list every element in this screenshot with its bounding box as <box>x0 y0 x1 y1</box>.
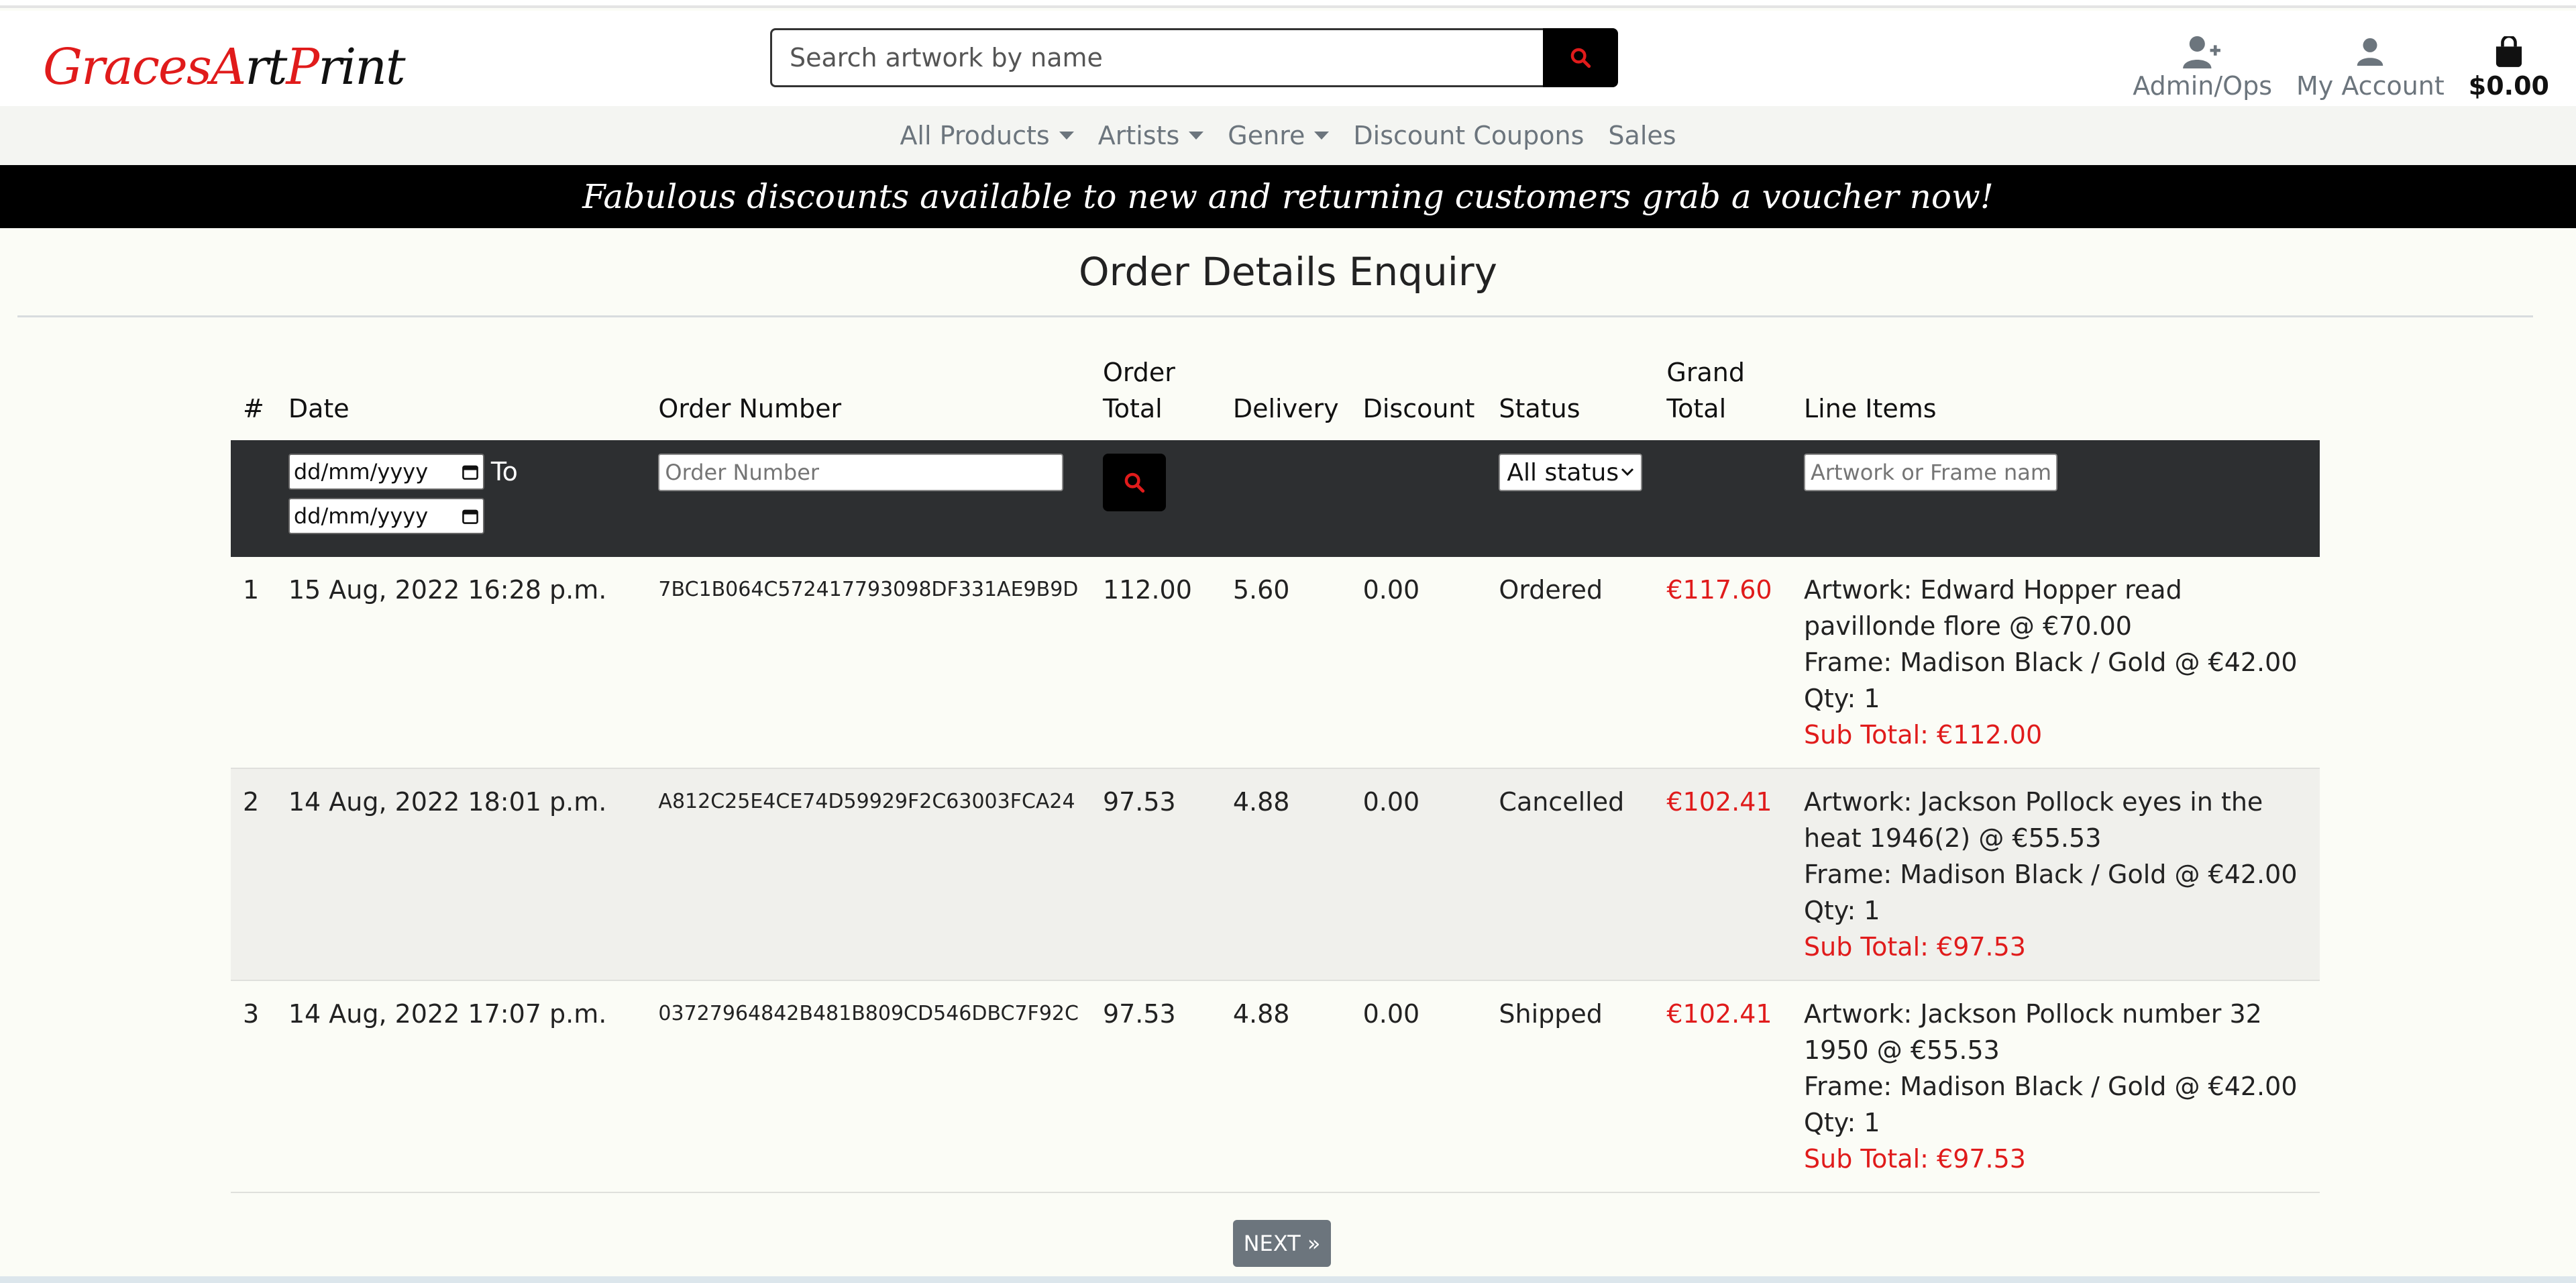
row-order-total: 112.00 <box>1090 557 1221 769</box>
my-account-link[interactable]: My Account <box>2284 23 2457 101</box>
filter-row: dd/mm/yyyy dd/mm/yyyy To Order Number Al… <box>231 440 2320 557</box>
row-status: Shipped <box>1487 980 1655 1193</box>
top-border <box>0 0 2576 8</box>
row-date: 14 Aug, 2022 18:01 p.m. <box>276 768 647 981</box>
search-icon <box>1124 472 1145 493</box>
next-page-button[interactable]: NEXT » <box>1233 1220 1331 1267</box>
row-order-number[interactable]: A812C25E4CE74D59929F2C63003FCA24 <box>646 768 1091 981</box>
col-header-order-total: Order Total <box>1102 358 1175 423</box>
chevron-down-icon <box>1314 132 1330 140</box>
line-item-artwork: Artwork: Jackson Pollock number 32 1950 … <box>1803 999 2262 1065</box>
user-icon <box>2357 38 2383 66</box>
nav-genre[interactable]: Genre <box>1216 121 1341 150</box>
row-order-number[interactable]: 03727964842B481B809CD546DBC7F92C <box>646 980 1091 1193</box>
cart-total: $0.00 <box>2468 71 2549 101</box>
search-input[interactable] <box>770 28 1543 87</box>
calendar-icon <box>462 465 478 480</box>
nav-artists[interactable]: Artists <box>1086 121 1216 150</box>
row-status: Ordered <box>1487 557 1655 769</box>
row-date: 14 Aug, 2022 17:07 p.m. <box>276 980 647 1193</box>
row-num: 1 <box>231 557 276 769</box>
chevron-down-icon <box>1189 132 1204 140</box>
table-row: 2 14 Aug, 2022 18:01 p.m. A812C25E4CE74D… <box>231 768 2320 981</box>
table-header-row: # Date Order Number Order Total Delivery … <box>231 349 2320 440</box>
cart-link[interactable]: $0.00 <box>2457 23 2549 101</box>
line-item-artwork: Artwork: Jackson Pollock eyes in the hea… <box>1803 787 2263 853</box>
row-order-total: 97.53 <box>1090 768 1221 981</box>
promo-banner: Fabulous discounts available to new and … <box>0 165 2576 228</box>
line-item-qty: Qty: 1 <box>1803 684 1880 713</box>
promo-banner-text: Fabulous discounts available to new and … <box>582 177 1994 216</box>
line-item-frame: Frame: Madison Black / Gold @ €42.00 <box>1803 860 2298 889</box>
col-header-num: # <box>243 394 264 423</box>
row-grand-total: €102.41 <box>1654 980 1792 1193</box>
row-line-items: Artwork: Edward Hopper read pavillonde f… <box>1791 557 2320 769</box>
line-item-frame: Frame: Madison Black / Gold @ €42.00 <box>1803 648 2298 677</box>
row-order-number[interactable]: 7BC1B064C572417793098DF331AE9B9D <box>646 557 1091 769</box>
my-account-label: My Account <box>2296 71 2445 101</box>
row-discount: 0.00 <box>1350 980 1487 1193</box>
line-item-artwork: Artwork: Edward Hopper read pavillonde f… <box>1803 575 2182 641</box>
row-line-items: Artwork: Jackson Pollock number 32 1950 … <box>1791 980 2320 1193</box>
date-from-field[interactable]: dd/mm/yyyy <box>288 454 484 490</box>
line-item-qty: Qty: 1 <box>1803 896 1880 925</box>
chevron-down-icon <box>1059 132 1074 140</box>
row-grand-total: €102.41 <box>1654 768 1792 981</box>
col-header-status: Status <box>1499 394 1580 423</box>
chevron-down-icon <box>1621 468 1634 476</box>
main-nav: All Products Artists Genre Discount Coup… <box>0 106 2576 165</box>
site-header: GracesArtPrint Admin/Ops <box>0 11 2576 106</box>
col-header-line-items: Line Items <box>1803 394 1937 423</box>
row-delivery: 4.88 <box>1220 980 1351 1193</box>
nav-sales[interactable]: Sales <box>1596 121 1688 150</box>
status-filter-select[interactable]: All status <box>1499 454 1643 491</box>
search-icon <box>1570 48 1591 68</box>
nav-discount-coupons[interactable]: Discount Coupons <box>1341 121 1596 150</box>
line-item-subtotal: Sub Total: €97.53 <box>1803 1144 2026 1174</box>
row-discount: 0.00 <box>1350 768 1487 981</box>
table-row: 1 15 Aug, 2022 16:28 p.m. 7BC1B064C57241… <box>231 557 2320 769</box>
row-grand-total: €117.60 <box>1654 557 1792 769</box>
filter-search-button[interactable] <box>1102 454 1166 511</box>
line-item-qty: Qty: 1 <box>1803 1108 1880 1137</box>
order-number-filter-input[interactable] <box>658 454 1064 491</box>
row-line-items: Artwork: Jackson Pollock eyes in the hea… <box>1791 768 2320 981</box>
line-item-frame: Frame: Madison Black / Gold @ €42.00 <box>1803 1072 2298 1101</box>
row-discount: 0.00 <box>1350 557 1487 769</box>
search-bar <box>770 28 1618 87</box>
row-num: 3 <box>231 980 276 1193</box>
date-to-field[interactable]: dd/mm/yyyy <box>288 498 484 534</box>
col-header-order-number: Order Number <box>658 394 842 423</box>
line-item-subtotal: Sub Total: €112.00 <box>1803 720 2043 750</box>
shopping-bag-icon <box>2496 36 2522 67</box>
date-to-label: To <box>490 457 518 486</box>
user-plus-icon <box>2183 36 2221 68</box>
row-date: 15 Aug, 2022 16:28 p.m. <box>276 557 647 769</box>
calendar-icon <box>462 509 478 524</box>
page-title: Order Details Enquiry <box>1078 249 1498 295</box>
col-header-date: Date <box>288 394 350 423</box>
col-header-discount: Discount <box>1362 394 1475 423</box>
row-delivery: 4.88 <box>1220 768 1351 981</box>
row-status: Cancelled <box>1487 768 1655 981</box>
line-item-filter-input[interactable] <box>1803 454 2057 491</box>
header-links: Admin/Ops My Account $0.00 <box>2121 23 2549 101</box>
admin-ops-link[interactable]: Admin/Ops <box>2121 23 2284 101</box>
divider <box>17 315 2533 317</box>
row-delivery: 5.60 <box>1220 557 1351 769</box>
bottom-border <box>0 1276 2576 1283</box>
col-header-delivery: Delivery <box>1232 394 1339 423</box>
admin-ops-label: Admin/Ops <box>2133 71 2272 101</box>
site-logo[interactable]: GracesArtPrint <box>43 27 406 107</box>
row-num: 2 <box>231 768 276 981</box>
search-button[interactable] <box>1543 28 1618 87</box>
nav-all-products[interactable]: All Products <box>888 121 1085 150</box>
line-item-subtotal: Sub Total: €97.53 <box>1803 932 2026 962</box>
table-row: 3 14 Aug, 2022 17:07 p.m. 03727964842B48… <box>231 980 2320 1193</box>
orders-table: # Date Order Number Order Total Delivery … <box>231 349 2320 1193</box>
col-header-grand-total: Grand Total <box>1666 358 1745 423</box>
row-order-total: 97.53 <box>1090 980 1221 1193</box>
